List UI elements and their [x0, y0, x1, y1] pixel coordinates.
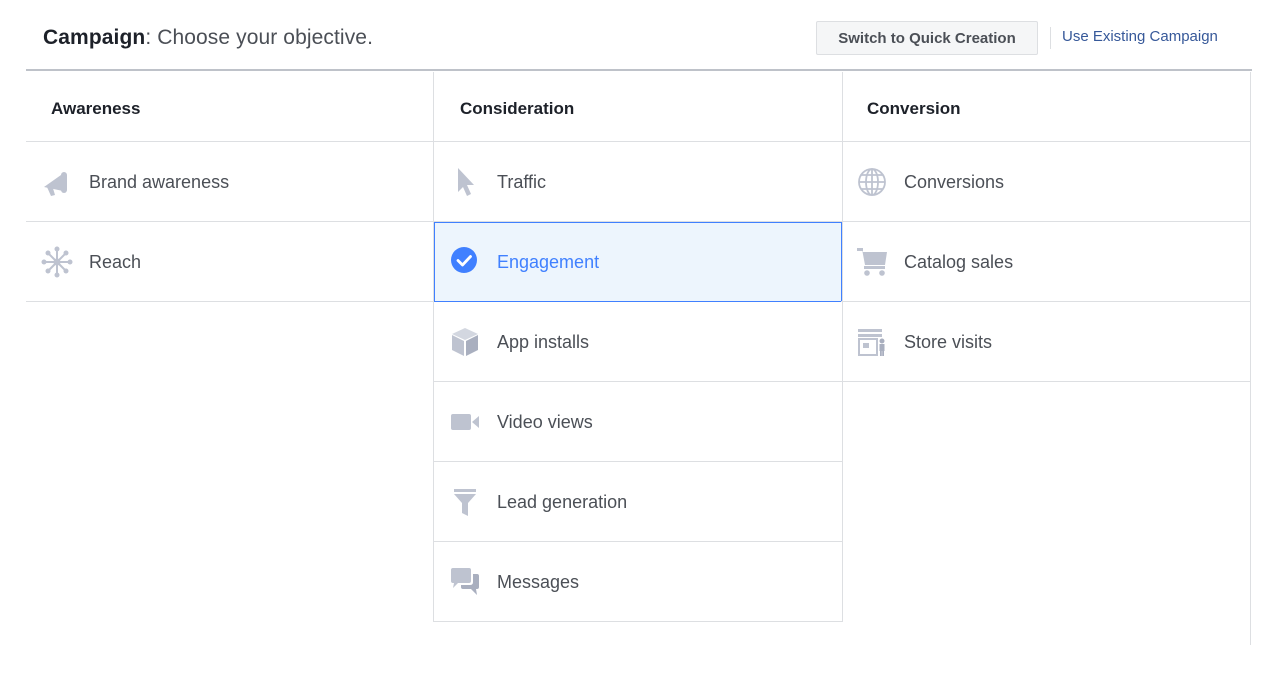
objective-label: Conversions [904, 172, 1005, 192]
awareness-column: Awareness Brand awareness Reach [26, 72, 433, 302]
video-camera-icon [448, 406, 482, 438]
objective-label: Lead generation [497, 492, 628, 512]
chat-bubbles-icon [448, 566, 482, 598]
objective-video-views[interactable]: Video views [434, 382, 842, 462]
conversion-heading: Conversion [841, 72, 1250, 142]
store-icon [855, 326, 889, 358]
reach-icon [40, 246, 74, 278]
objective-label: Video views [497, 412, 593, 432]
objective-label: Messages [497, 572, 580, 592]
switch-to-quick-creation-button[interactable]: Switch to Quick Creation [816, 21, 1038, 55]
page-title-rest: : Choose your objective. [145, 26, 374, 49]
objective-messages[interactable]: Messages [434, 542, 842, 622]
objective-engagement[interactable]: Engagement [434, 222, 842, 302]
header: Campaign: Choose your objective. Switch … [0, 0, 1288, 72]
objective-label: Brand awareness [89, 172, 230, 192]
objective-conversions[interactable]: Conversions [841, 142, 1250, 222]
page-title: Campaign: Choose your objective. [43, 26, 373, 50]
objective-label: App installs [497, 332, 590, 352]
awareness-heading: Awareness [26, 72, 433, 142]
use-existing-campaign-link[interactable]: Use Existing Campaign [1062, 28, 1218, 45]
objective-traffic[interactable]: Traffic [434, 142, 842, 222]
objective-label: Traffic [497, 172, 547, 192]
objective-label: Store visits [904, 332, 993, 352]
cart-icon [855, 246, 889, 278]
objective-catalog-sales[interactable]: Catalog sales [841, 222, 1250, 302]
consideration-column: Consideration Traffic Engagement App ins… [433, 72, 843, 622]
funnel-icon [448, 486, 482, 518]
objective-brand-awareness[interactable]: Brand awareness [26, 142, 433, 222]
globe-icon [855, 166, 889, 198]
conversion-column: Conversion Conversions Catalog sales Sto… [841, 72, 1251, 645]
header-divider [1050, 27, 1051, 49]
megaphone-icon [40, 166, 74, 198]
objective-app-installs[interactable]: App installs [434, 302, 842, 382]
objective-lead-generation[interactable]: Lead generation [434, 462, 842, 542]
objective-reach[interactable]: Reach [26, 222, 433, 302]
objective-store-visits[interactable]: Store visits [841, 302, 1250, 382]
objective-label: Reach [89, 252, 142, 272]
consideration-heading: Consideration [434, 72, 842, 142]
box-icon [448, 326, 482, 358]
page-title-bold: Campaign [43, 26, 146, 49]
header-underline [26, 69, 1252, 71]
objective-label: Catalog sales [904, 252, 1014, 272]
checkmark-circle-icon [448, 246, 482, 278]
cursor-icon [448, 166, 482, 198]
objective-label: Engagement [497, 252, 600, 272]
